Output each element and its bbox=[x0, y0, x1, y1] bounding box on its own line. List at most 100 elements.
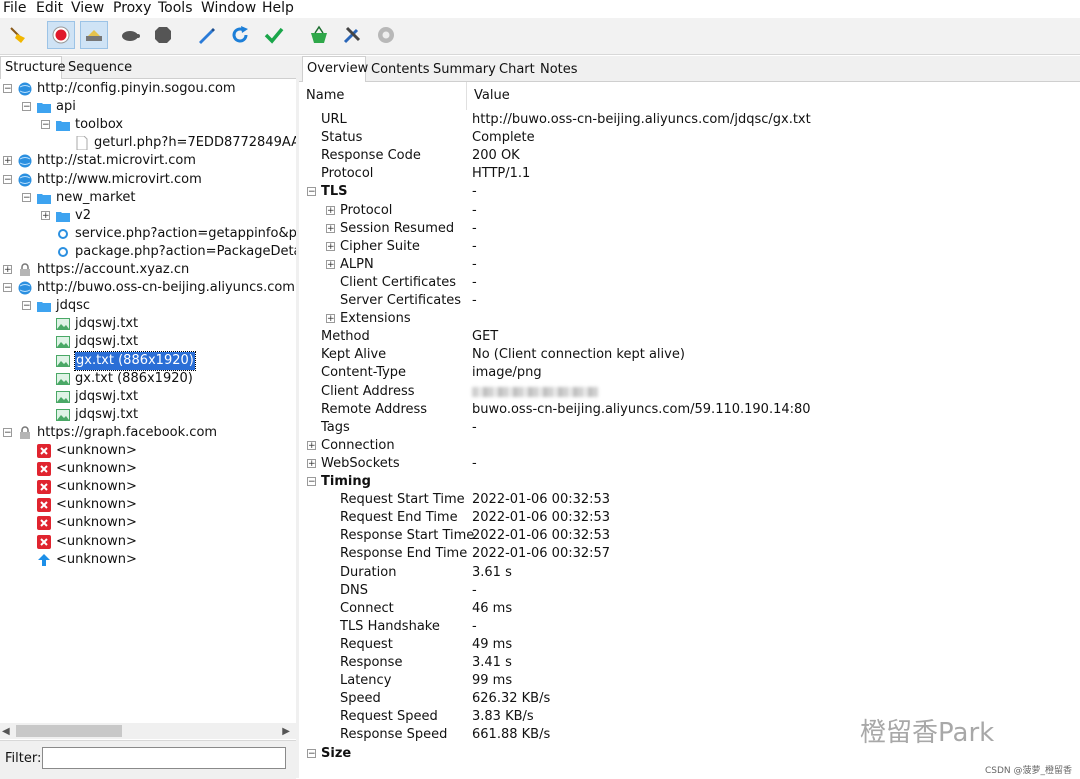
property-row[interactable]: + WebSockets - bbox=[299, 455, 1080, 473]
property-row[interactable]: − Timing bbox=[299, 473, 1080, 491]
expand-toggle-icon[interactable]: + bbox=[3, 156, 12, 166]
property-row[interactable]: Tags - bbox=[299, 419, 1080, 437]
filter-input[interactable] bbox=[42, 747, 286, 769]
expand-toggle-icon[interactable]: + bbox=[307, 458, 316, 468]
property-row[interactable]: Duration 3.61 s bbox=[299, 564, 1080, 582]
collapse-toggle-icon[interactable]: − bbox=[22, 102, 31, 112]
tab-contents[interactable]: Contents bbox=[367, 60, 433, 80]
property-row[interactable]: DNS - bbox=[299, 582, 1080, 600]
stop-icon[interactable] bbox=[149, 21, 177, 49]
property-row[interactable]: TLS Handshake - bbox=[299, 618, 1080, 636]
throttle-icon[interactable] bbox=[80, 21, 108, 49]
collapse-toggle-icon[interactable]: − bbox=[3, 84, 12, 94]
property-row[interactable]: Client Address bbox=[299, 383, 1080, 401]
scroll-right-icon[interactable]: ▶ bbox=[282, 726, 290, 737]
column-header-name[interactable]: Name bbox=[299, 82, 467, 110]
expand-toggle-icon[interactable]: + bbox=[3, 265, 12, 275]
property-row[interactable]: URL http://buwo.oss-cn-beijing.aliyuncs.c… bbox=[299, 111, 1080, 129]
turtle-icon[interactable] bbox=[116, 21, 144, 49]
broom-icon[interactable] bbox=[4, 21, 32, 49]
menu-window[interactable]: Window bbox=[201, 0, 256, 16]
settings-gear-icon[interactable] bbox=[372, 21, 400, 49]
property-row[interactable]: + Session Resumed - bbox=[299, 220, 1080, 238]
expand-toggle-icon[interactable]: + bbox=[41, 210, 50, 220]
tree-row[interactable]: package.php?action=PackageDetail&i bbox=[0, 243, 323, 261]
collapse-toggle-icon[interactable]: − bbox=[22, 192, 31, 202]
property-row[interactable]: Server Certificates - bbox=[299, 292, 1080, 310]
tree-row[interactable]: gx.txt (886x1920) bbox=[0, 370, 296, 388]
tree-row[interactable]: + https://account.xyaz.cn bbox=[0, 261, 296, 279]
property-row[interactable]: Client Certificates - bbox=[299, 274, 1080, 292]
menu-help[interactable]: Help bbox=[262, 0, 294, 16]
collapse-toggle-icon[interactable]: − bbox=[307, 477, 316, 487]
property-row[interactable]: + Connection bbox=[299, 437, 1080, 455]
collapse-toggle-icon[interactable]: − bbox=[3, 174, 12, 184]
expand-toggle-icon[interactable]: + bbox=[326, 223, 335, 233]
collapse-toggle-icon[interactable]: − bbox=[3, 283, 12, 293]
tab-overview[interactable]: Overview bbox=[302, 56, 368, 82]
expand-toggle-icon[interactable]: + bbox=[326, 314, 335, 324]
tree-row[interactable]: <unknown> bbox=[0, 533, 296, 551]
tree-row[interactable]: <unknown> bbox=[0, 551, 296, 569]
menu-tools[interactable]: Tools bbox=[158, 0, 193, 16]
collapse-toggle-icon[interactable]: − bbox=[307, 748, 316, 758]
collapse-toggle-icon[interactable]: − bbox=[41, 120, 50, 130]
property-row[interactable]: Content-Type image/png bbox=[299, 364, 1080, 382]
property-row[interactable]: + ALPN - bbox=[299, 256, 1080, 274]
tab-chart[interactable]: Chart bbox=[495, 60, 539, 80]
tree-row[interactable]: jdqswj.txt bbox=[0, 333, 296, 351]
property-row[interactable]: Status Complete bbox=[299, 129, 1080, 147]
collapse-toggle-icon[interactable]: − bbox=[3, 427, 12, 437]
menu-view[interactable]: View bbox=[71, 0, 104, 16]
tree-row[interactable]: <unknown> bbox=[0, 478, 296, 496]
column-header-value[interactable]: Value bbox=[467, 82, 767, 110]
property-row[interactable]: Request Start Time 2022-01-06 00:32:53 bbox=[299, 491, 1080, 509]
tree-row[interactable]: gx.txt (886x1920) bbox=[0, 350, 296, 371]
menu-proxy[interactable]: Proxy bbox=[113, 0, 151, 16]
property-row[interactable]: Latency 99 ms bbox=[299, 672, 1080, 690]
tree-row[interactable]: − api bbox=[0, 98, 296, 116]
refresh-icon[interactable] bbox=[226, 21, 254, 49]
scroll-left-icon[interactable]: ◀ bbox=[2, 726, 10, 737]
tree-row[interactable]: service.php?action=getappinfo&packa bbox=[0, 225, 327, 243]
expand-toggle-icon[interactable]: + bbox=[326, 259, 335, 269]
horizontal-scrollbar[interactable]: ◀ ▶ bbox=[0, 723, 296, 739]
tree-row[interactable]: + http://stat.microvirt.com bbox=[0, 152, 296, 170]
tree-row[interactable]: − jdqsc bbox=[0, 297, 296, 315]
menu-file[interactable]: File bbox=[3, 0, 26, 16]
property-row[interactable]: + Protocol - bbox=[299, 202, 1080, 220]
tree-row[interactable]: <unknown> bbox=[0, 442, 296, 460]
collapse-toggle-icon[interactable]: − bbox=[307, 187, 316, 197]
property-row[interactable]: Protocol HTTP/1.1 bbox=[299, 165, 1080, 183]
tree-row[interactable]: − new_market bbox=[0, 189, 296, 207]
tree-row[interactable]: geturl.php?h=7EDD8772849AA18/ bbox=[0, 134, 321, 152]
property-row[interactable]: Kept Alive No (Client connection kept ali… bbox=[299, 346, 1080, 364]
property-row[interactable]: Request 49 ms bbox=[299, 636, 1080, 654]
tree-row[interactable]: − https://graph.facebook.com bbox=[0, 424, 296, 442]
tree-row[interactable]: − http://config.pinyin.sogou.com bbox=[0, 80, 296, 98]
menu-edit[interactable]: Edit bbox=[36, 0, 63, 16]
property-row[interactable]: + Extensions bbox=[299, 310, 1080, 328]
collapse-toggle-icon[interactable]: − bbox=[22, 301, 31, 311]
tools-icon[interactable] bbox=[338, 21, 366, 49]
tab-structure[interactable]: Structure bbox=[0, 56, 65, 79]
validate-check-icon[interactable] bbox=[260, 21, 288, 49]
property-row[interactable]: Remote Address buwo.oss-cn-beijing.aliyun… bbox=[299, 401, 1080, 419]
property-row[interactable]: Response Code 200 OK bbox=[299, 147, 1080, 165]
basket-icon[interactable] bbox=[305, 21, 333, 49]
compose-pen-icon[interactable] bbox=[192, 21, 220, 49]
tree-row[interactable]: − http://buwo.oss-cn-beijing.aliyuncs.com bbox=[0, 279, 296, 297]
tree-row[interactable]: − http://www.microvirt.com bbox=[0, 171, 296, 189]
record-icon[interactable] bbox=[47, 21, 75, 49]
property-row[interactable]: Connect 46 ms bbox=[299, 600, 1080, 618]
expand-toggle-icon[interactable]: + bbox=[307, 440, 316, 450]
expand-toggle-icon[interactable]: + bbox=[326, 241, 335, 251]
property-row[interactable]: − TLS - bbox=[299, 183, 1080, 201]
tree-row[interactable]: <unknown> bbox=[0, 514, 296, 532]
tree-row[interactable]: <unknown> bbox=[0, 460, 296, 478]
tree-row[interactable]: − toolbox bbox=[0, 116, 296, 134]
scroll-thumb[interactable] bbox=[16, 725, 122, 737]
tab-sequence[interactable]: Sequence bbox=[64, 58, 132, 78]
tree-row[interactable]: jdqswj.txt bbox=[0, 315, 296, 333]
expand-toggle-icon[interactable]: + bbox=[326, 205, 335, 215]
